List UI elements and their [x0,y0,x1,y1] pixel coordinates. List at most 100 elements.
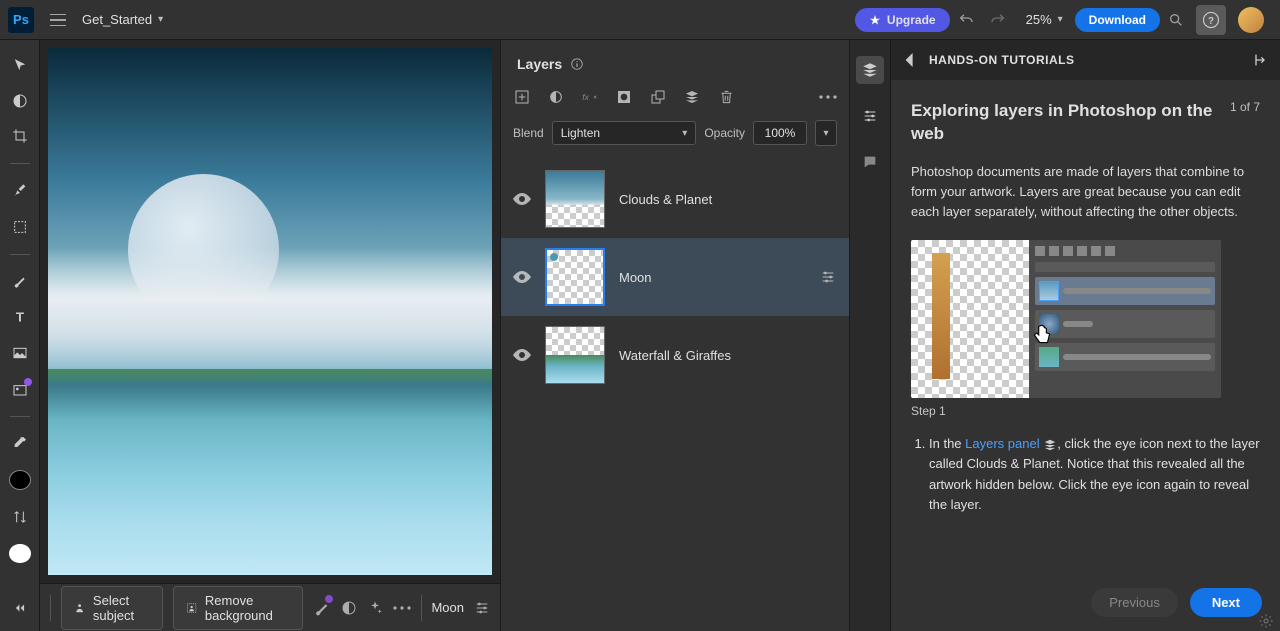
sparkle-icon[interactable] [367,597,383,619]
hamburger-menu-icon[interactable] [46,8,70,32]
tutorial-step-counter: 1 of 7 [1230,100,1260,114]
layer-thumbnail[interactable] [545,248,605,306]
adjustment-tool-icon[interactable] [10,92,30,110]
upgrade-button[interactable]: Upgrade [855,8,950,32]
layer-name: Waterfall & Giraffes [619,348,837,363]
cursor-hand-icon [1029,322,1055,348]
top-bar: Ps Get_Started ▾ Upgrade 25% ▾ Download … [0,0,1280,40]
healing-brush-tool-icon[interactable] [10,182,30,200]
layer-row[interactable]: Moon [501,238,849,316]
user-avatar[interactable] [1238,7,1264,33]
active-layer-label: Moon [431,600,464,615]
previous-button: Previous [1091,588,1178,617]
properties-tab-icon[interactable] [856,102,884,130]
layers-panel-title: Layers [517,56,562,72]
opacity-label: Opacity [704,126,745,140]
document-canvas[interactable] [48,48,492,575]
tutorial-instruction-item: In the Layers panel , click the eye icon… [929,434,1260,515]
undo-button[interactable] [950,4,982,36]
layer-properties-icon[interactable] [819,268,837,286]
search-icon[interactable] [1160,4,1192,36]
layers-panel-link[interactable]: Layers panel [965,436,1039,451]
contextual-task-bar: Select subject Remove background Moon [40,583,500,631]
opacity-input[interactable]: 100% [753,121,807,145]
layer-row[interactable]: Waterfall & Giraffes [501,316,849,394]
gear-icon[interactable] [1258,613,1274,629]
info-icon[interactable] [570,57,584,71]
adjustment-layer-icon[interactable] [547,88,565,106]
crop-tool-icon[interactable] [10,128,30,146]
adjustment-icon[interactable] [341,597,357,619]
visibility-toggle-icon[interactable] [513,346,531,364]
select-subject-button[interactable]: Select subject [61,586,163,630]
tutorial-breadcrumb[interactable]: HANDS-ON TUTORIALS [929,53,1074,67]
tutorial-illustration [911,240,1221,398]
more-options-icon[interactable] [819,88,837,106]
fx-icon[interactable]: fx [581,88,599,106]
svg-text:T: T [15,310,23,325]
layer-row[interactable]: Clouds & Planet [501,160,849,238]
more-options-icon[interactable] [393,597,411,619]
generative-fill-icon[interactable] [313,597,331,619]
swap-colors-icon[interactable] [10,508,30,526]
text-tool-icon[interactable]: T [10,308,30,326]
canvas-area: Select subject Remove background Moon [40,40,500,631]
selection-tool-icon[interactable] [10,218,30,236]
star-icon [869,14,881,26]
layer-toolbar: fx [501,88,849,120]
layer-name: Clouds & Planet [619,192,837,207]
tutorial-header: HANDS-ON TUTORIALS [891,40,1280,80]
expand-panel-icon[interactable] [1250,52,1266,68]
add-layer-icon[interactable] [513,88,531,106]
collapse-toolbar-icon[interactable] [10,599,30,617]
brush-tool-icon[interactable] [10,273,30,291]
svg-text:?: ? [1208,15,1214,26]
tutorial-panel: HANDS-ON TUTORIALS Exploring layers in P… [890,40,1280,631]
document-name-dropdown[interactable]: Get_Started ▾ [82,12,163,27]
delete-layer-icon[interactable] [717,88,735,106]
tutorial-description: Photoshop documents are made of layers t… [911,162,1260,222]
zoom-dropdown[interactable]: 25% ▾ [1014,12,1075,27]
left-toolbar: T [0,40,40,631]
photoshop-logo[interactable]: Ps [8,7,34,33]
person-icon [74,600,85,616]
foreground-color-swatch[interactable] [9,470,31,490]
visibility-toggle-icon[interactable] [513,268,531,286]
move-tool-icon[interactable] [10,56,30,74]
right-tab-rail [850,40,890,631]
next-button[interactable]: Next [1190,588,1262,617]
layer-stack-icon[interactable] [683,88,701,106]
blend-label: Blend [513,126,544,140]
opacity-dropdown-icon[interactable]: ▾ [815,120,837,146]
chevron-down-icon: ▾ [1058,14,1063,25]
mask-icon[interactable] [615,88,633,106]
layers-tab-icon[interactable] [856,56,884,84]
blend-mode-select[interactable]: Lighten ▾ [552,121,697,145]
tutorial-title: Exploring layers in Photoshop on the web [911,100,1216,146]
remove-bg-icon [186,600,197,616]
back-icon[interactable] [905,53,915,67]
help-button[interactable]: ? [1196,5,1226,35]
image-tool-icon[interactable] [10,344,30,362]
tutorial-caption: Step 1 [911,404,1260,418]
chevron-down-icon: ▾ [682,128,687,139]
layer-thumbnail[interactable] [545,170,605,228]
eyedropper-tool-icon[interactable] [10,434,30,452]
download-button[interactable]: Download [1075,8,1160,32]
comments-tab-icon[interactable] [856,148,884,176]
chevron-down-icon: ▾ [158,14,163,25]
visibility-toggle-icon[interactable] [513,190,531,208]
redo-button[interactable] [982,4,1014,36]
svg-text:fx: fx [582,92,589,102]
canvas-waterfall-layer [48,369,492,575]
generative-tool-icon[interactable] [10,380,30,398]
tutorial-footer: Previous Next [891,574,1280,631]
tutorial-instruction-list: In the Layers panel , click the eye icon… [911,434,1260,515]
layer-thumbnail[interactable] [545,326,605,384]
layer-properties-icon[interactable] [474,597,490,619]
document-name: Get_Started [82,12,152,27]
background-color-swatch[interactable] [9,544,31,564]
layer-name: Moon [619,270,805,285]
remove-background-button[interactable]: Remove background [173,586,303,630]
clip-mask-icon[interactable] [649,88,667,106]
